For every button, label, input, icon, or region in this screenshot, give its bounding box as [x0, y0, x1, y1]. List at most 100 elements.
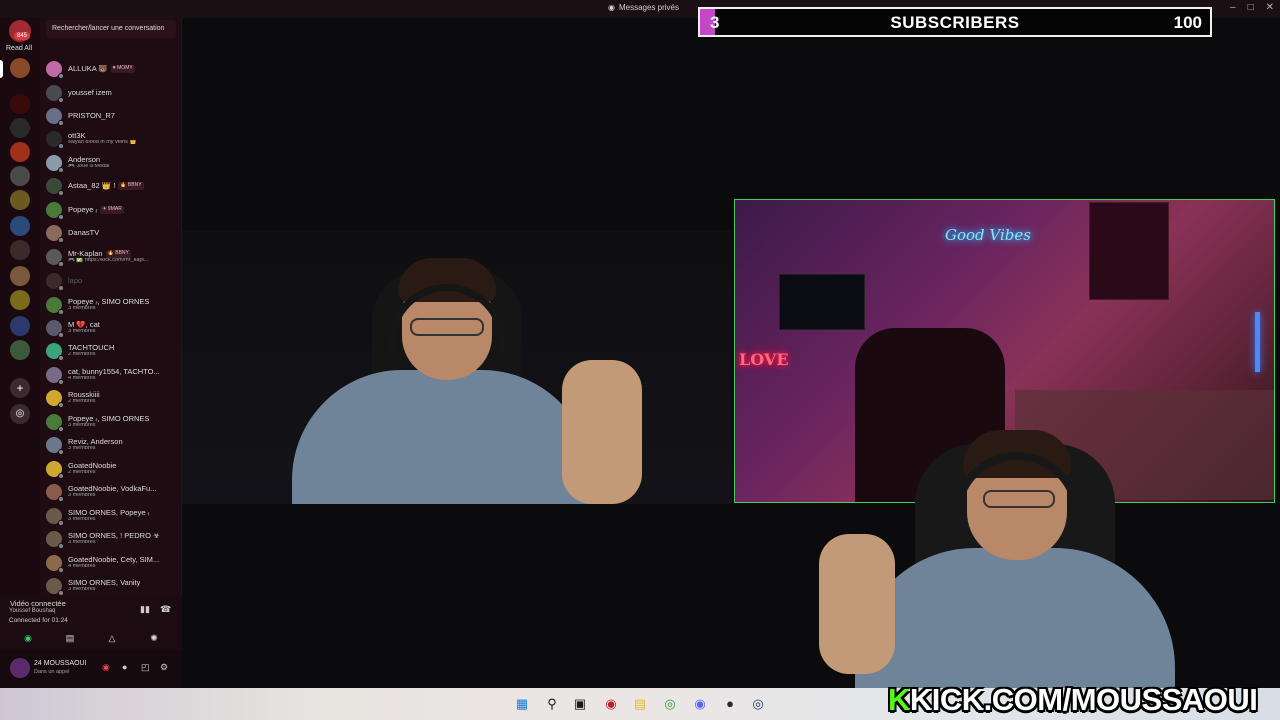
disconnect-icon[interactable]: ☎	[160, 604, 171, 615]
subscriber-label: SUBSCRIBERS	[890, 13, 1020, 32]
settings-gear-icon[interactable]: ⚙	[160, 662, 168, 673]
dm-list-item[interactable]: DanasTV	[46, 222, 180, 244]
dm-list-item[interactable]: M 💔, cat 3 membres	[46, 317, 180, 339]
dm-text: SIMO ORNES, Popeye ᵣ3 membres	[68, 509, 149, 523]
maximize-button[interactable]: □	[1248, 2, 1254, 13]
headphones-icon[interactable]: ◰	[141, 662, 150, 673]
camera-button[interactable]: ◉	[20, 632, 36, 644]
dm-subtitle: saiyan blood in my veins 👑	[68, 140, 137, 146]
search-icon[interactable]: ⚲	[544, 696, 560, 712]
file-explorer-icon[interactable]: ▤	[632, 696, 648, 712]
window-controls: – □ ✕	[1230, 2, 1274, 13]
dm-list-item[interactable]: lapo	[46, 270, 180, 292]
dm-name-text: DanasTV	[68, 229, 100, 237]
server-icon[interactable]	[10, 94, 30, 114]
task-view-icon[interactable]: ▣	[572, 696, 588, 712]
add-server-icon[interactable]: +	[10, 378, 30, 398]
person-body	[292, 370, 592, 504]
dm-name: ALLUKA 🐻 ♥ MOMY	[68, 65, 135, 73]
dm-list-item[interactable]: PRISTON_R7	[46, 105, 180, 127]
dm-text: ott3K saiyan blood in my veins 👑	[68, 132, 136, 146]
deafen-game-icon[interactable]: ◉	[102, 662, 110, 673]
avatar	[46, 225, 64, 243]
windows-start-icon[interactable]: ▦	[514, 696, 530, 712]
kick-channel-banner: KKICK.COM/MOUSSAOUI	[888, 682, 1258, 718]
dm-list-item[interactable]: ALLUKA 🐻 ♥ MOMY	[46, 58, 180, 80]
server-icon[interactable]	[10, 266, 30, 286]
dm-tag: 🔥 BBNY	[105, 250, 131, 258]
soundboard-button[interactable]: ✺	[146, 632, 162, 644]
obs-icon[interactable]: ●	[722, 696, 738, 712]
dm-list-item[interactable]: Popeye ᵣ, SIMO ORNES 3 membres	[46, 294, 180, 316]
dm-list-item[interactable]: TACHTOUCH 2 membres	[46, 340, 180, 362]
activity-button[interactable]: △	[104, 632, 120, 644]
steam-icon[interactable]: ◎	[750, 696, 766, 712]
app-icon[interactable]: ◉	[603, 696, 619, 712]
dm-name-text: ALLUKA 🐻	[68, 65, 108, 73]
dm-list-item[interactable]: GoatedNoobie, VodkaFu... 3 membres	[46, 481, 180, 503]
dm-list-item[interactable]: Mr-Kaplan 🔥 BBNY 🎮 ✅ https://kick.com/mr_k…	[46, 246, 180, 268]
subscriber-goal-bar: 3 SUBSCRIBERS 100	[698, 7, 1212, 37]
dm-list-item[interactable]: youssef izem	[46, 82, 180, 104]
main-video-tile[interactable]	[182, 230, 732, 504]
server-icon[interactable]	[10, 190, 30, 210]
server-icon[interactable]	[10, 240, 30, 260]
server-icon[interactable]	[10, 58, 30, 78]
dm-text: cat, bunny1554, TACHTO... 4 membres	[68, 368, 160, 382]
dm-text: ALLUKA 🐻 ♥ MOMY	[68, 65, 135, 73]
signal-icon[interactable]: ▮▮	[140, 604, 150, 615]
dm-name-text: Anderson	[68, 156, 101, 165]
subscriber-goal: 100	[1173, 13, 1202, 32]
dm-name-text: PRISTON_R7	[68, 112, 115, 120]
avatar	[46, 461, 64, 479]
dm-name: Rousskiiii	[68, 391, 100, 399]
dm-list-item[interactable]: Popeye ᵣ ✈ 9MAR	[46, 199, 180, 221]
server-icon[interactable]	[10, 166, 30, 186]
dm-name: Reviz, Anderson	[68, 438, 123, 446]
dm-name: youssef izem	[68, 89, 112, 97]
dm-subtitle: 3 membres	[68, 306, 96, 312]
explore-icon[interactable]: ◎	[10, 404, 30, 424]
discord-icon[interactable]: ◉	[692, 696, 708, 712]
minimize-button[interactable]: –	[1230, 2, 1236, 13]
dm-name: Anderson	[68, 156, 109, 164]
dm-list-item[interactable]: SIMO ORNES, ! PEDRO ☣ 3 membres	[46, 528, 180, 550]
dm-list-item[interactable]: ott3K saiyan blood in my veins 👑	[46, 128, 180, 150]
dm-subtitle: 3 membres	[68, 446, 96, 452]
dm-panel: Rechercher/lancer une conversation ALLUK…	[40, 18, 182, 688]
dm-list-item[interactable]: Rousskiiii 2 membres	[46, 387, 180, 409]
dm-name-text: Astaa_82 👑 !	[68, 182, 116, 190]
dm-search-input[interactable]: Rechercher/lancer une conversation	[46, 20, 176, 38]
avatar	[46, 202, 64, 220]
server-icon[interactable]	[10, 316, 30, 336]
server-icon[interactable]	[10, 340, 30, 360]
server-icon[interactable]	[10, 142, 30, 162]
avatar[interactable]	[10, 658, 30, 678]
read-all-button[interactable]: Read All	[6, 45, 32, 52]
server-icon[interactable]	[10, 290, 30, 310]
status-dot	[58, 355, 64, 361]
avatar	[46, 484, 64, 502]
dm-list-item[interactable]: SIMO ORNES, Vanity 3 membres	[46, 575, 180, 597]
dm-list-item[interactable]: Reviz, Anderson 3 membres	[46, 434, 180, 456]
dm-name: Mr-Kaplan 🔥 BBNY	[68, 250, 148, 258]
voice-panel: Vidéo connectée Youssef Boushaq Connecte…	[0, 596, 182, 650]
dm-list-item[interactable]: GoatedNoobie 2 membres	[46, 458, 180, 480]
server-icon[interactable]	[10, 118, 30, 138]
screen-share-button[interactable]: ▤	[62, 632, 78, 644]
microphone-icon[interactable]: ●	[122, 662, 127, 672]
dm-list-item[interactable]: SIMO ORNES, Popeye ᵣ3 membres	[46, 505, 180, 527]
dm-list-item[interactable]: Anderson 🎮 Joue à Medal	[46, 152, 180, 174]
close-button[interactable]: ✕	[1266, 2, 1274, 13]
dm-list-item[interactable]: GoatedNoobie, Cety, SIM... 4 membres	[46, 552, 180, 574]
status-dot	[58, 167, 64, 173]
chrome-icon[interactable]: ◎	[662, 696, 678, 712]
dm-list-item[interactable]: cat, bunny1554, TACHTO... 4 membres	[46, 364, 180, 386]
dm-name: SIMO ORNES, Vanity	[68, 579, 140, 587]
person-body	[855, 548, 1175, 688]
server-icon[interactable]	[10, 216, 30, 236]
dm-list-item[interactable]: Astaa_82 👑 ! 🔥 BBNY	[46, 175, 180, 197]
status-dot	[58, 426, 64, 432]
selected-indicator	[0, 60, 3, 78]
dm-list-item[interactable]: Popeye ᵣ, SIMO ORNES 3 membres	[46, 411, 180, 433]
